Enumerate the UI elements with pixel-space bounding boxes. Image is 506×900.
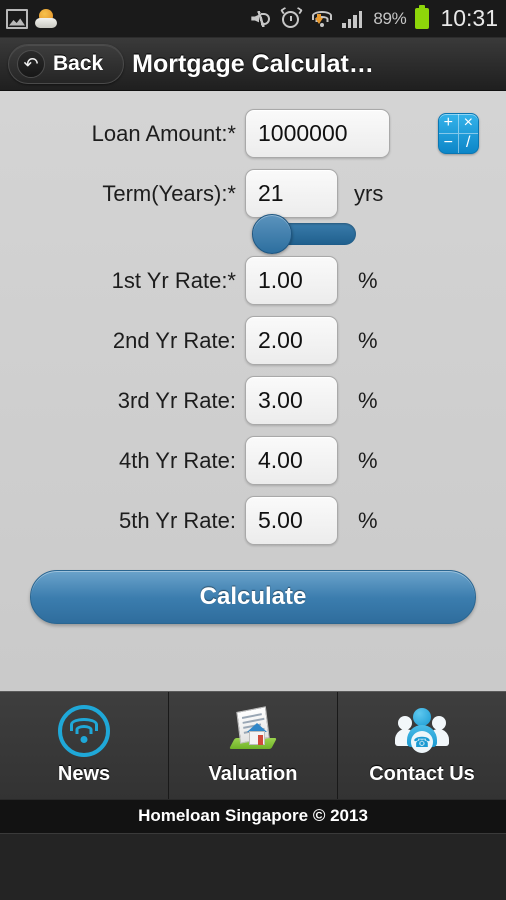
calculator-plus-glyph: + <box>439 114 459 134</box>
status-bar-left <box>6 8 57 29</box>
term-years-input[interactable] <box>245 169 338 218</box>
app-window: 89% 10:31 ↶ Back Mortgage Calculat… Loan… <box>0 0 506 900</box>
loan-amount-input[interactable] <box>245 109 390 158</box>
calculate-button[interactable]: Calculate <box>30 570 476 624</box>
row-loan-amount: Loan Amount:* + × − / <box>0 109 506 158</box>
rate-2-input[interactable] <box>245 316 338 365</box>
term-years-label: Term(Years):* <box>102 180 236 206</box>
battery-icon <box>415 5 430 29</box>
alarm-icon <box>280 6 304 29</box>
person-center-head <box>413 707 431 726</box>
bottom-navigation: News Valuation ☎ Contact Us <box>0 690 506 799</box>
back-button-label: Back <box>53 52 104 75</box>
download-arrow-head <box>315 17 324 24</box>
term-years-unit: yrs <box>354 180 384 206</box>
nav-tab-contact-us-label: Contact Us <box>369 762 475 785</box>
footer-bar: Homeloan Singapore © 2013 <box>0 798 506 834</box>
rate-4-unit: % <box>358 447 378 473</box>
rate-1-input[interactable] <box>245 256 338 305</box>
row-term-slider <box>0 214 506 254</box>
valuation-house-door <box>258 734 263 745</box>
title-bar: ↶ Back Mortgage Calculat… <box>0 38 506 91</box>
rate-4-label: 4th Yr Rate: <box>119 447 236 473</box>
row-rate-5: 5th Yr Rate:% <box>0 496 506 545</box>
rss-arc-inner <box>75 724 93 734</box>
wifi-download-icon <box>311 9 333 29</box>
calculate-button-wrap: Calculate <box>0 556 506 624</box>
form-content: Loan Amount:* + × − / Term(Years):* yrs … <box>0 91 506 691</box>
rate-2-unit: % <box>358 327 378 353</box>
row-rate-2: 2nd Yr Rate:% <box>0 316 506 365</box>
calculator-times-glyph: × <box>458 114 478 134</box>
person-right-head <box>432 715 446 730</box>
people-phone-icon: ☎ <box>395 705 449 757</box>
signal-icon <box>342 10 364 28</box>
status-bar: 89% 10:31 <box>0 0 506 38</box>
footer-copyright: Homeloan Singapore © 2013 <box>138 806 368 825</box>
rate-4-input[interactable] <box>245 436 338 485</box>
rate-1-unit: % <box>358 267 378 293</box>
rss-dot <box>80 735 88 743</box>
term-years-slider-thumb[interactable] <box>252 214 292 254</box>
below-app-area <box>0 833 506 900</box>
status-bar-right: 89% 10:31 <box>250 5 498 32</box>
mute-waves-icon <box>261 12 271 25</box>
rate-3-unit: % <box>358 387 378 413</box>
nav-tab-valuation[interactable]: Valuation <box>169 691 338 799</box>
row-rate-4: 4th Yr Rate:% <box>0 436 506 485</box>
row-term-years: Term(Years):* yrs <box>0 169 506 218</box>
nav-tab-contact-us[interactable]: ☎ Contact Us <box>338 691 506 799</box>
nav-tab-news[interactable]: News <box>0 691 169 799</box>
rate-3-label: 3rd Yr Rate: <box>117 387 236 413</box>
nav-tab-news-label: News <box>57 762 111 785</box>
rate-1-label: 1st Yr Rate:* <box>111 267 236 293</box>
loan-amount-label: Loan Amount:* <box>91 120 236 146</box>
undo-arrow-icon: ↶ <box>17 50 45 78</box>
rate-rows-container: 1st Yr Rate:*%2nd Yr Rate:%3rd Yr Rate:%… <box>0 256 506 545</box>
screenshot-icon <box>6 8 28 29</box>
alarm-bell <box>282 11 300 28</box>
rate-5-label: 5th Yr Rate: <box>119 507 236 533</box>
mute-icon <box>250 9 273 29</box>
document-house-icon <box>227 705 279 757</box>
rate-2-label: 2nd Yr Rate: <box>112 327 236 353</box>
calculator-divide-glyph: / <box>466 134 471 152</box>
row-rate-1: 1st Yr Rate:*% <box>0 256 506 305</box>
phone-handset-icon: ☎ <box>411 730 433 753</box>
status-bar-clock: 10:31 <box>440 5 498 31</box>
weather-icon <box>35 8 57 29</box>
calculator-minus-glyph: − <box>439 133 459 153</box>
person-left-head <box>398 715 412 730</box>
rate-5-input[interactable] <box>245 496 338 545</box>
rss-signal-icon <box>58 704 110 757</box>
calculator-icon[interactable]: + × − / <box>438 113 479 154</box>
nav-tab-valuation-label: Valuation <box>208 762 298 785</box>
rate-3-input[interactable] <box>245 376 338 425</box>
rate-5-unit: % <box>358 507 378 533</box>
back-button[interactable]: ↶ Back <box>8 44 125 84</box>
row-rate-3: 3rd Yr Rate:% <box>0 376 506 425</box>
battery-percent-label: 89% <box>373 8 407 28</box>
term-years-slider[interactable] <box>252 214 356 254</box>
